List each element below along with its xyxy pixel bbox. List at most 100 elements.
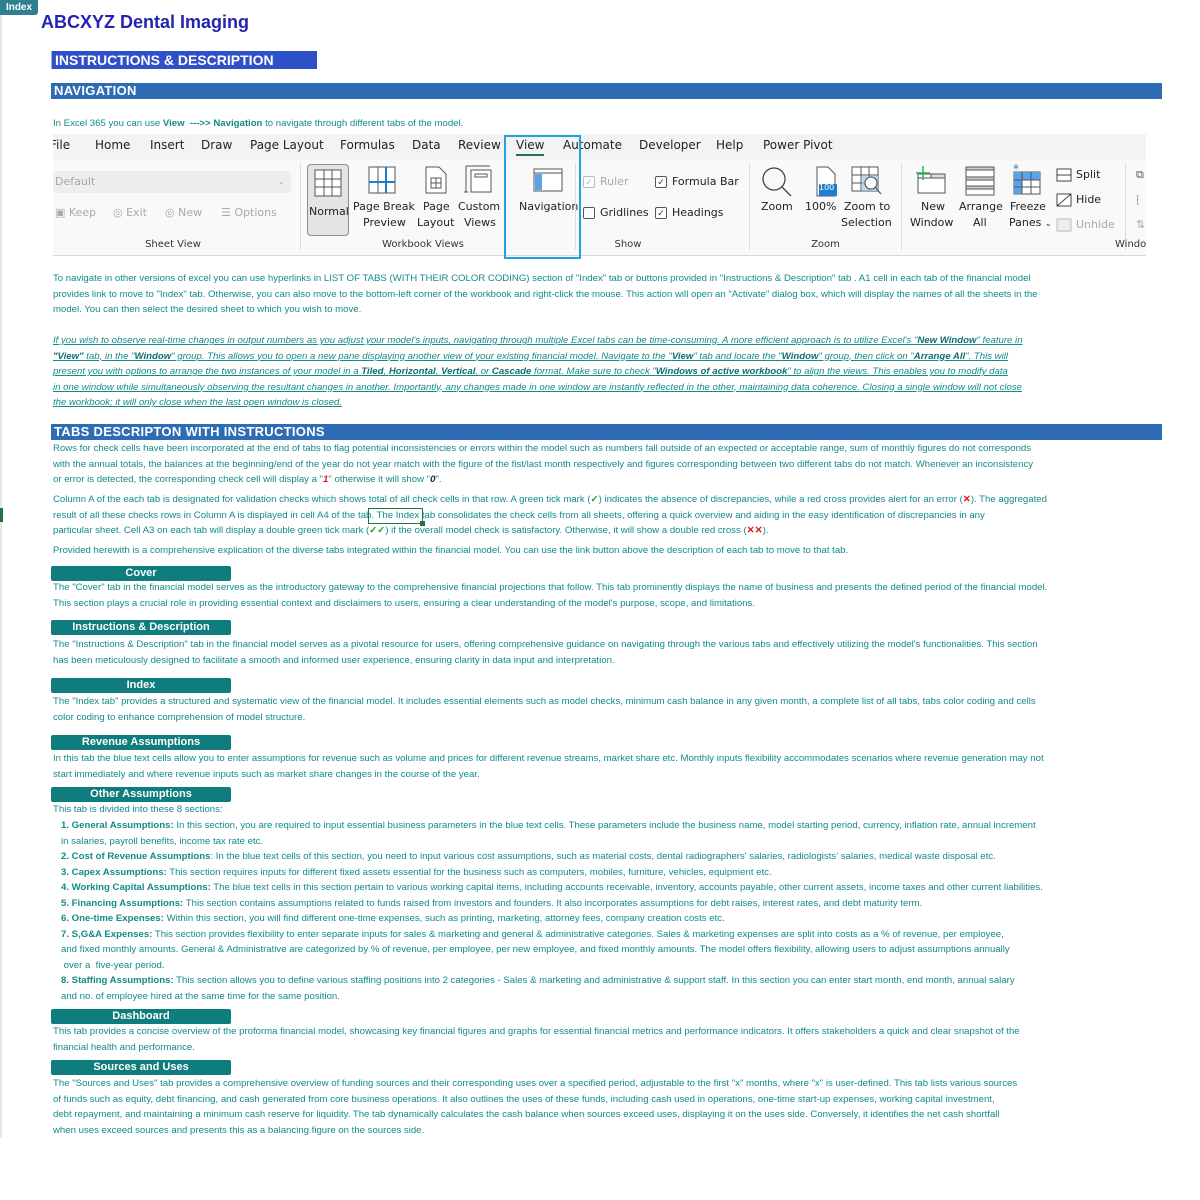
list-item: 5. Financing Assumptions: This section c… [61,896,1043,912]
dashboard-tab-link-button[interactable]: Dashboard [51,1009,231,1024]
arrange-all-icon [965,166,995,196]
new-window-tip-paragraph: If you wish to observe real-time changes… [53,333,1023,411]
page-break-label-2[interactable]: Preview [363,216,406,229]
gridlines-checkbox[interactable] [583,207,595,219]
svg-text:*: * [1013,164,1019,176]
ribbon-tab-help[interactable]: Help [716,138,743,152]
list-item-continuation: and no. of employee hired at the same ti… [61,990,340,1002]
new-window-button[interactable]: New [921,200,945,213]
ribbon-tab-page-layout[interactable]: Page Layout [250,138,324,152]
list-item: 2. Cost of Revenue Assumptions: In the b… [61,849,1043,865]
freeze-panes-label-2[interactable]: Panes ⌄ [1009,216,1052,229]
unhide-button[interactable]: Unhide [1076,218,1115,231]
ruler-checkbox[interactable]: ✓ [583,176,595,188]
index-link-button[interactable]: Index [0,0,38,15]
freeze-panes-button[interactable]: Freeze [1010,200,1046,213]
intro-text: In Excel 365 you can use [53,118,163,129]
cover-tab-link-button[interactable]: Cover [51,566,231,581]
page-layout-label-2[interactable]: Layout [417,216,454,229]
tip-text: " to align the views. This enables you t… [787,366,1008,377]
paragraph-line: The "Instructions & Description" tab in … [53,639,1038,650]
arrange-all-button[interactable]: Arrange [959,200,1003,213]
split-icon [1056,168,1072,182]
ribbon-tab-draw[interactable]: Draw [201,138,232,152]
index-tab-link-button[interactable]: Index [51,678,231,693]
revenue-assumptions-tab-link-button[interactable]: Revenue Assumptions [51,735,231,750]
tip-text: " feature in [976,335,1023,346]
paragraph-line: "View" tab, in the "Window" group. This … [53,349,1023,365]
paragraph-line: If you wish to observe real-time changes… [53,333,1023,349]
list-item-title: 4. Working Capital Assumptions: [61,882,211,893]
list-icon: ☰ [221,206,231,219]
normal-view-button[interactable]: Normal [307,164,349,236]
list-item: 6. One-time Expenses: Within this sectio… [61,911,1043,927]
sources-and-uses-tab-link-button[interactable]: Sources and Uses [51,1060,231,1075]
hide-button[interactable]: Hide [1076,193,1101,206]
paragraph-line: financial health and performance. [53,1041,195,1053]
active-cell-selection[interactable] [368,508,425,526]
ribbon-separator [749,164,750,250]
other-assumptions-intro: This tab is divided into these 8 section… [53,804,223,815]
zoom-button[interactable]: Zoom [761,200,793,213]
unhide-icon [1056,218,1072,232]
headings-checkbox[interactable]: ✓ [655,207,667,219]
tip-text: " tab and locate the " [693,350,782,362]
options-button[interactable]: ☰ Options [221,206,277,219]
tip-text: present you with options to arrange the … [53,366,362,377]
ribbon-separator [901,164,902,250]
tip-text: " group, then click on " [818,350,914,362]
list-item-title: 3. Capex Assumptions: [61,866,167,878]
new-sheet-view-button[interactable]: ◎ New [165,206,202,219]
hide-icon [1056,193,1072,207]
custom-views-label-2[interactable]: Views [464,216,496,229]
sheet-view-dropdown[interactable]: Default ⌄ [53,171,291,193]
paragraph-line: color coding to enhance comprehension of… [53,711,306,723]
ribbon-body: Default ⌄ ▣ Keep ◎ Exit ◎ New ☰ Options … [53,160,1146,255]
tip-horizontal: Horizontal [388,366,436,377]
ribbon-tab-file[interactable]: File [53,138,70,152]
new-window-label-2[interactable]: Window [910,216,953,229]
ribbon-tab-insert[interactable]: Insert [150,138,184,152]
ribbon-tab-developer[interactable]: Developer [639,138,701,152]
ribbon-tab-power-pivot[interactable]: Power Pivot [763,138,833,152]
page-layout-icon [425,166,447,194]
ribbon-tab-review[interactable]: Review [458,138,501,152]
arrange-all-label-2[interactable]: All [973,216,987,229]
tip-view: "View" [53,350,84,362]
split-button[interactable]: Split [1076,168,1100,181]
eye-exit-icon: ◎ [113,206,123,219]
zoom-100-button[interactable]: 100% [805,200,836,213]
exit-button[interactable]: ◎ Exit [113,206,147,219]
instructions-tab-link-button[interactable]: Instructions & Description [51,620,231,635]
list-item-text: The blue text cells in this section pert… [210,882,1043,893]
intro-navigation-word: Navigation [213,118,263,129]
list-item-title: 8. Staffing Assumptions: [61,975,174,986]
tip-new-window: New Window [917,335,977,346]
page-layout-label[interactable]: Page [423,200,450,213]
view-side-by-side-icon[interactable]: ⧉ [1136,168,1144,182]
paragraph-line: of funds such as equity, debt financing,… [53,1093,995,1105]
zoom-to-selection-label-2[interactable]: Selection [841,216,892,229]
zoom-to-selection-button[interactable]: Zoom to [844,200,890,213]
keep-label: Keep [68,206,97,219]
list-item-continuation: in salaries, payroll benefits, income ta… [61,835,264,847]
formula-bar-checkbox[interactable]: ✓ [655,176,667,188]
workbook-views-group-label: Workbook Views [382,239,464,250]
ribbon-tab-data[interactable]: Data [412,138,441,152]
sync-scroll-icon[interactable]: ⁅ [1136,193,1140,206]
tip-text: , or [475,366,492,377]
chevron-down-icon: ⌄ [1044,219,1052,228]
custom-views-label[interactable]: Custom [458,200,500,213]
red-cross-icon: ✕ [962,494,971,505]
other-assumptions-list: 1. General Assumptions: In this section,… [61,818,1043,1004]
list-item: 7. S,G&A Expenses: This section provides… [61,927,1043,943]
page-break-label[interactable]: Page Break [353,200,415,213]
ribbon-tab-formulas[interactable]: Formulas [340,138,395,152]
sheet-view-group-label: Sheet View [145,239,201,250]
ribbon-tab-home[interactable]: Home [95,138,130,152]
reset-window-icon[interactable]: ⇅ [1136,218,1145,231]
other-assumptions-tab-link-button[interactable]: Other Assumptions [51,787,231,802]
keep-button[interactable]: ▣ Keep [55,206,96,219]
custom-views-icon [464,165,492,193]
options-label: Options [234,206,277,219]
